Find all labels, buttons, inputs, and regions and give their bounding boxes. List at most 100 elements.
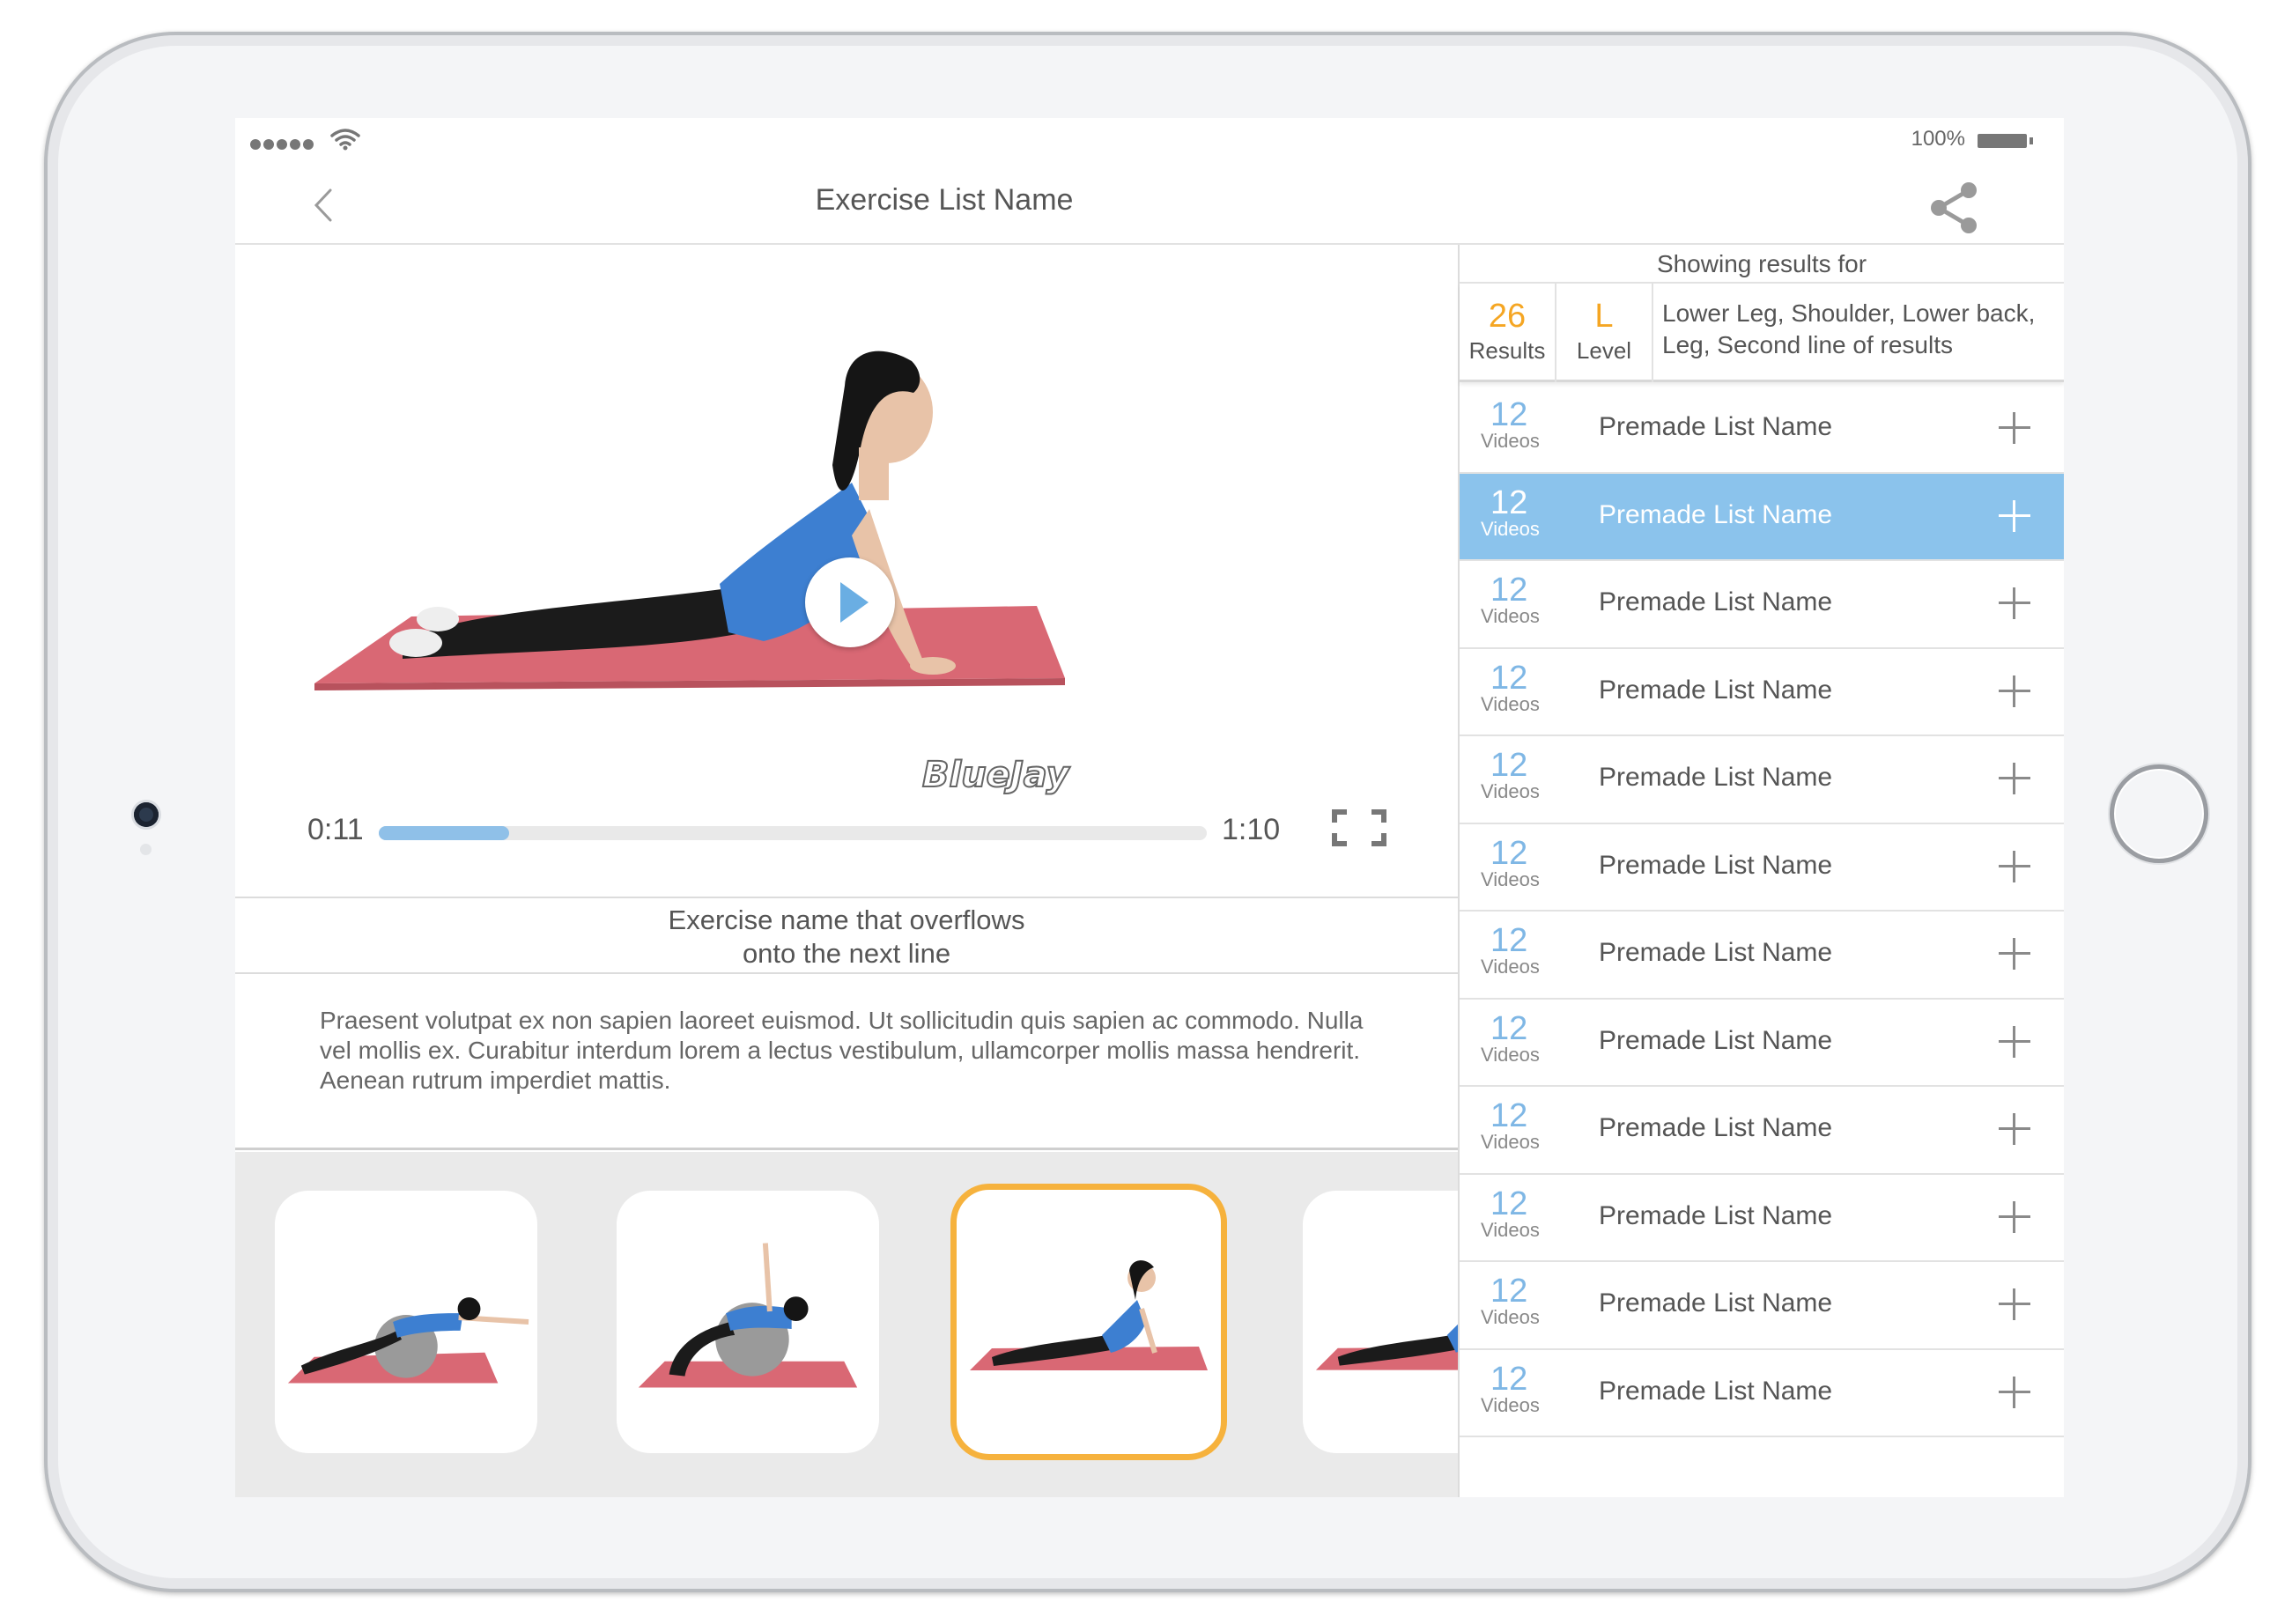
premade-list-name: Premade List Name — [1599, 675, 1833, 705]
video-count-unit: Videos — [1481, 692, 1540, 715]
video-count: 12 — [1490, 1009, 1528, 1047]
premade-list-name: Premade List Name — [1599, 587, 1833, 616]
premade-list-item[interactable]: 12 Videos Premade List Name — [1460, 1350, 2064, 1437]
add-plus-icon[interactable] — [1999, 1288, 2030, 1320]
ball-reach-thumbnail-image — [638, 1243, 858, 1388]
video-count: 12 — [1490, 484, 1528, 521]
results-summary: 26 Results L Level Lower Leg, Shoulder, … — [1460, 284, 2064, 382]
video-count-unit: Videos — [1481, 1043, 1540, 1066]
premade-list-item[interactable]: 12 Videos Premade List Name — [1460, 824, 2064, 912]
cobra-thumbnail-image — [970, 1260, 1208, 1370]
video-count-unit: Videos — [1481, 1306, 1540, 1328]
premade-list: 12 Videos Premade List Name 12 Videos Premade… — [1460, 386, 2064, 1437]
add-plus-icon[interactable] — [1999, 499, 2030, 532]
add-plus-icon[interactable] — [1999, 1113, 2030, 1145]
video-count: 12 — [1490, 1185, 1528, 1222]
front-camera — [134, 802, 159, 827]
premade-list-item[interactable]: 12 Videos Premade List Name — [1460, 649, 2064, 736]
exercise-name-line1: Exercise name that overflows — [668, 904, 1025, 935]
video-count: 12 — [1490, 1360, 1528, 1398]
share-icon[interactable] — [1925, 180, 1981, 236]
premade-list-name: Premade List Name — [1599, 1113, 1833, 1142]
video-count: 12 — [1490, 834, 1528, 872]
battery-percentage: 100% — [1911, 127, 1965, 151]
current-time: 0:11 — [307, 813, 364, 846]
results-heading: Showing results for — [1460, 245, 2064, 284]
video-count-unit: Videos — [1481, 1393, 1540, 1416]
premade-list-name: Premade List Name — [1599, 1376, 1833, 1406]
exercise-detail-pane: BlueJay 0:11 1:10 Exercise name that ove… — [235, 245, 1458, 1497]
video-watermark: BlueJay — [922, 755, 1070, 795]
video-count: 12 — [1490, 659, 1528, 697]
ball-extension-thumbnail-image — [287, 1297, 529, 1384]
premade-list-name: Premade List Name — [1599, 938, 1833, 967]
status-bar: 100% — [235, 118, 2064, 164]
video-count: 12 — [1490, 922, 1528, 959]
premade-list-name: Premade List Name — [1599, 412, 1833, 441]
level-label: Level — [1576, 337, 1632, 364]
page-title: Exercise List Name — [815, 183, 1074, 217]
add-plus-icon[interactable] — [1999, 1200, 2030, 1233]
video-count-unit: Videos — [1481, 1131, 1540, 1153]
exercise-thumbnail[interactable] — [1303, 1191, 1458, 1453]
premade-list-item[interactable]: 12 Videos Premade List Name — [1460, 473, 2064, 561]
premade-list-item[interactable]: 12 Videos Premade List Name — [1460, 912, 2064, 1000]
total-time: 1:10 — [1222, 813, 1281, 846]
premade-list-name: Premade List Name — [1599, 1200, 1833, 1230]
add-plus-icon[interactable] — [1999, 938, 2030, 970]
video-progress-bar[interactable] — [379, 826, 1207, 840]
exercise-description: Praesent volutpat ex non sapien laoreet … — [235, 974, 1458, 1150]
level-value: L — [1594, 298, 1614, 335]
premade-list-item[interactable]: 12 Videos Premade List Name — [1460, 1000, 2064, 1087]
video-count-unit: Videos — [1481, 956, 1540, 978]
video-progress-fill — [379, 826, 509, 840]
exercise-thumbnail-strip[interactable] — [235, 1152, 1458, 1497]
premade-list-name: Premade List Name — [1599, 1025, 1833, 1055]
add-plus-icon[interactable] — [1999, 1376, 2030, 1408]
premade-list-item[interactable]: 12 Videos Premade List Name — [1460, 1262, 2064, 1350]
video-count-unit: Videos — [1481, 867, 1540, 890]
premade-list-item[interactable]: 12 Videos Premade List Name — [1460, 736, 2064, 824]
exercise-video-frame: BlueJay — [314, 351, 1071, 796]
exercise-thumbnail[interactable] — [275, 1191, 537, 1453]
level-cell: L Level — [1556, 284, 1653, 382]
home-button[interactable] — [2110, 764, 2208, 863]
video-count-unit: Videos — [1481, 517, 1540, 540]
add-plus-icon[interactable] — [1999, 675, 2030, 707]
premade-list-name: Premade List Name — [1599, 763, 1833, 792]
video-count-unit: Videos — [1481, 605, 1540, 627]
premade-list-item[interactable]: 12 Videos Premade List Name — [1460, 1087, 2064, 1175]
signal-strength-icon — [250, 136, 316, 154]
add-plus-icon[interactable] — [1999, 412, 2030, 444]
results-filters: Lower Leg, Shoulder, Lower back, Leg, Se… — [1662, 299, 2036, 358]
video-count: 12 — [1490, 1273, 1528, 1310]
fullscreen-icon[interactable] — [1331, 808, 1387, 847]
premade-list-item[interactable]: 12 Videos Premade List Name — [1460, 386, 2064, 474]
battery-icon — [1978, 134, 2033, 148]
premade-list-name: Premade List Name — [1599, 850, 1833, 880]
exercise-thumbnail[interactable] — [617, 1191, 879, 1453]
premade-list-name: Premade List Name — [1599, 1288, 1833, 1318]
video-count-unit: Videos — [1481, 780, 1540, 802]
add-plus-icon[interactable] — [1999, 587, 2030, 619]
video-count: 12 — [1490, 396, 1528, 433]
play-button[interactable] — [805, 557, 895, 647]
exercise-thumbnail-selected[interactable] — [950, 1184, 1227, 1460]
premade-list-item[interactable]: 12 Videos Premade List Name — [1460, 561, 2064, 649]
video-count-unit: Videos — [1481, 430, 1540, 452]
video-count: 12 — [1490, 1097, 1528, 1134]
add-plus-icon[interactable] — [1999, 850, 2030, 882]
screen: 100% Exercise List Name BlueJay 0:11 1:1… — [235, 118, 2064, 1497]
wifi-icon — [330, 129, 360, 151]
premade-list-item[interactable]: 12 Videos Premade List Name — [1460, 1175, 2064, 1262]
exercise-name-line2: onto the next line — [742, 938, 951, 969]
cobra-partial-thumbnail-image — [1315, 1324, 1458, 1370]
video-count-unit: Videos — [1481, 1218, 1540, 1241]
premade-list-name: Premade List Name — [1599, 499, 1833, 529]
add-plus-icon[interactable] — [1999, 763, 2030, 794]
light-sensor — [140, 844, 152, 855]
results-count-cell: 26 Results — [1460, 284, 1556, 382]
add-plus-icon[interactable] — [1999, 1025, 2030, 1058]
video-count: 12 — [1490, 572, 1528, 609]
exercise-name: Exercise name that overflows onto the ne… — [235, 898, 1458, 974]
